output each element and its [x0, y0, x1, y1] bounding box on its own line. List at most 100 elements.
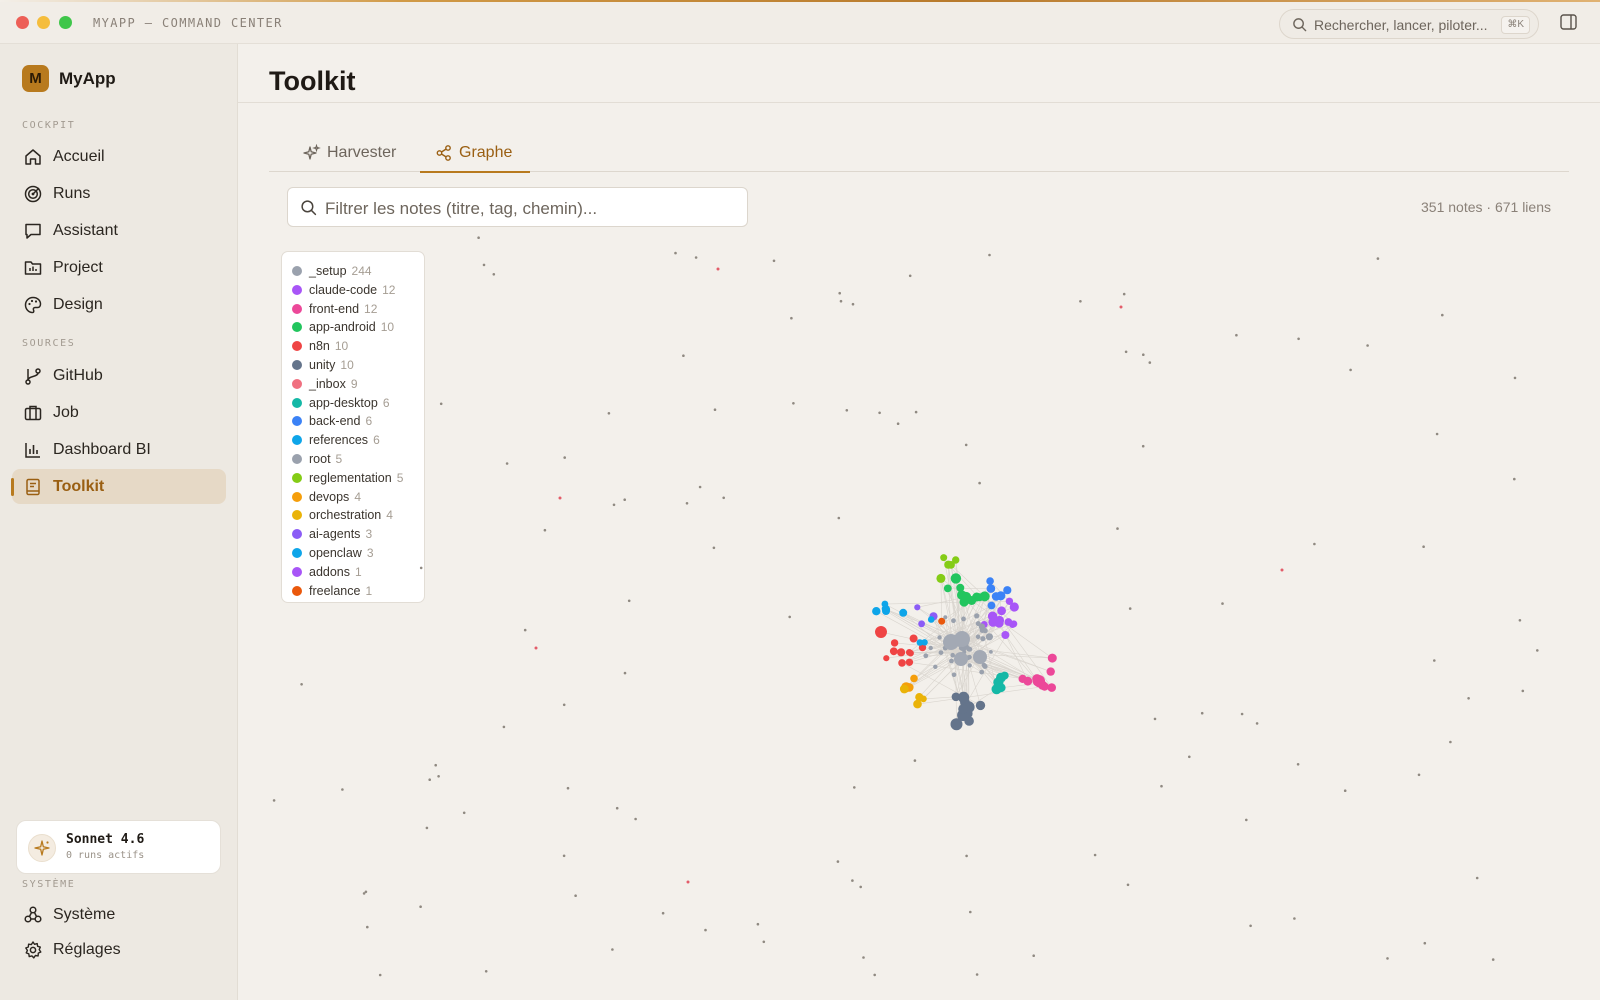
orphan-note-node[interactable]: [1313, 542, 1316, 546]
note-node[interactable]: [882, 607, 890, 615]
inbox-note-node[interactable]: [686, 880, 690, 884]
note-node[interactable]: [979, 591, 990, 602]
note-node[interactable]: [918, 620, 925, 628]
orphan-note-node[interactable]: [1153, 717, 1157, 721]
orphan-note-node[interactable]: [859, 885, 862, 889]
orphan-note-node[interactable]: [674, 251, 677, 255]
orphan-note-node[interactable]: [634, 817, 637, 821]
orphan-note-node[interactable]: [627, 599, 631, 603]
orphan-note-node[interactable]: [1255, 722, 1259, 725]
sidebar-item-design[interactable]: Design: [12, 287, 226, 322]
note-node[interactable]: [1047, 653, 1057, 663]
orphan-note-node[interactable]: [563, 456, 566, 459]
orphan-note-node[interactable]: [543, 528, 547, 532]
orphan-note-node[interactable]: [1293, 917, 1296, 920]
orphan-note-node[interactable]: [1296, 763, 1300, 766]
note-node[interactable]: [986, 577, 994, 585]
orphan-note-node[interactable]: [574, 894, 577, 897]
orphan-note-node[interactable]: [1433, 659, 1436, 662]
sidebar-item-project[interactable]: Project: [12, 250, 226, 285]
note-node[interactable]: [989, 650, 993, 654]
orphan-note-node[interactable]: [1513, 376, 1517, 380]
note-node[interactable]: [943, 584, 952, 593]
note-node[interactable]: [1000, 671, 1009, 680]
note-node[interactable]: [928, 645, 933, 651]
orphan-note-node[interactable]: [1245, 818, 1248, 822]
note-node[interactable]: [967, 663, 972, 668]
note-node[interactable]: [958, 704, 968, 714]
orphan-note-node[interactable]: [378, 973, 382, 977]
orphan-note-node[interactable]: [969, 910, 972, 914]
orphan-note-node[interactable]: [1449, 740, 1452, 744]
inbox-note-node[interactable]: [558, 496, 562, 500]
note-node[interactable]: [975, 634, 981, 640]
note-node[interactable]: [991, 615, 999, 623]
note-node[interactable]: [909, 634, 918, 643]
orphan-note-node[interactable]: [1349, 368, 1352, 372]
tab-graphe[interactable]: Graphe: [420, 136, 530, 173]
note-node[interactable]: [956, 583, 965, 592]
orphan-note-node[interactable]: [1441, 313, 1444, 317]
inbox-note-node[interactable]: [1119, 305, 1123, 309]
note-node[interactable]: [1047, 683, 1056, 692]
orphan-note-node[interactable]: [566, 786, 570, 790]
orphan-note-node[interactable]: [1417, 773, 1421, 777]
orphan-note-node[interactable]: [502, 725, 506, 729]
orphan-note-node[interactable]: [505, 462, 509, 465]
orphan-note-node[interactable]: [853, 786, 856, 789]
note-node[interactable]: [974, 613, 980, 619]
orphan-note-node[interactable]: [482, 263, 486, 267]
orphan-note-node[interactable]: [713, 408, 717, 411]
note-node[interactable]: [954, 652, 968, 666]
orphan-note-node[interactable]: [694, 256, 698, 259]
orphan-note-node[interactable]: [1142, 353, 1145, 356]
orphan-note-node[interactable]: [978, 481, 981, 485]
orphan-note-node[interactable]: [845, 409, 849, 412]
orphan-note-node[interactable]: [878, 411, 881, 415]
note-node[interactable]: [889, 647, 898, 656]
note-node[interactable]: [961, 616, 966, 622]
orphan-note-node[interactable]: [722, 496, 725, 500]
orphan-note-node[interactable]: [1079, 300, 1082, 303]
note-node[interactable]: [960, 591, 972, 603]
note-node[interactable]: [898, 659, 906, 667]
note-node[interactable]: [875, 626, 887, 638]
orphan-note-node[interactable]: [712, 546, 716, 550]
inbox-note-node[interactable]: [716, 267, 720, 271]
note-node[interactable]: [979, 627, 986, 633]
orphan-note-node[interactable]: [1235, 333, 1238, 337]
orphan-note-node[interactable]: [965, 854, 968, 858]
note-node[interactable]: [950, 652, 955, 658]
note-node[interactable]: [954, 631, 970, 647]
sidebar-item-accueil[interactable]: Accueil: [12, 139, 226, 174]
sidebar-item-reglages[interactable]: Réglages: [12, 932, 226, 967]
orphan-note-node[interactable]: [1148, 361, 1152, 364]
note-node[interactable]: [985, 633, 994, 641]
orphan-note-node[interactable]: [523, 628, 527, 632]
orphan-note-node[interactable]: [1160, 784, 1163, 788]
maximize-window-button[interactable]: [59, 16, 72, 29]
orphan-note-node[interactable]: [896, 422, 900, 425]
sidebar-item-github[interactable]: GitHub: [12, 358, 226, 393]
orphan-note-node[interactable]: [661, 911, 665, 915]
note-node[interactable]: [899, 608, 908, 617]
orphan-note-node[interactable]: [682, 354, 685, 357]
inbox-note-node[interactable]: [534, 646, 538, 650]
orphan-note-node[interactable]: [612, 503, 616, 507]
orphan-note-node[interactable]: [1536, 649, 1539, 652]
note-node[interactable]: [881, 600, 889, 608]
note-node[interactable]: [923, 653, 929, 659]
orphan-note-node[interactable]: [425, 826, 429, 830]
orphan-note-node[interactable]: [366, 925, 369, 929]
note-node[interactable]: [950, 718, 963, 731]
note-node[interactable]: [986, 584, 996, 593]
model-card[interactable]: Sonnet 4.6 0 runs actifs: [16, 820, 221, 874]
note-node[interactable]: [951, 618, 956, 624]
note-node[interactable]: [951, 672, 957, 678]
orphan-note-node[interactable]: [1032, 954, 1035, 957]
note-node[interactable]: [916, 639, 924, 646]
sidebar-item-job[interactable]: Job: [12, 395, 226, 430]
note-node[interactable]: [890, 639, 899, 647]
orphan-note-node[interactable]: [419, 905, 422, 908]
note-node[interactable]: [872, 607, 881, 616]
